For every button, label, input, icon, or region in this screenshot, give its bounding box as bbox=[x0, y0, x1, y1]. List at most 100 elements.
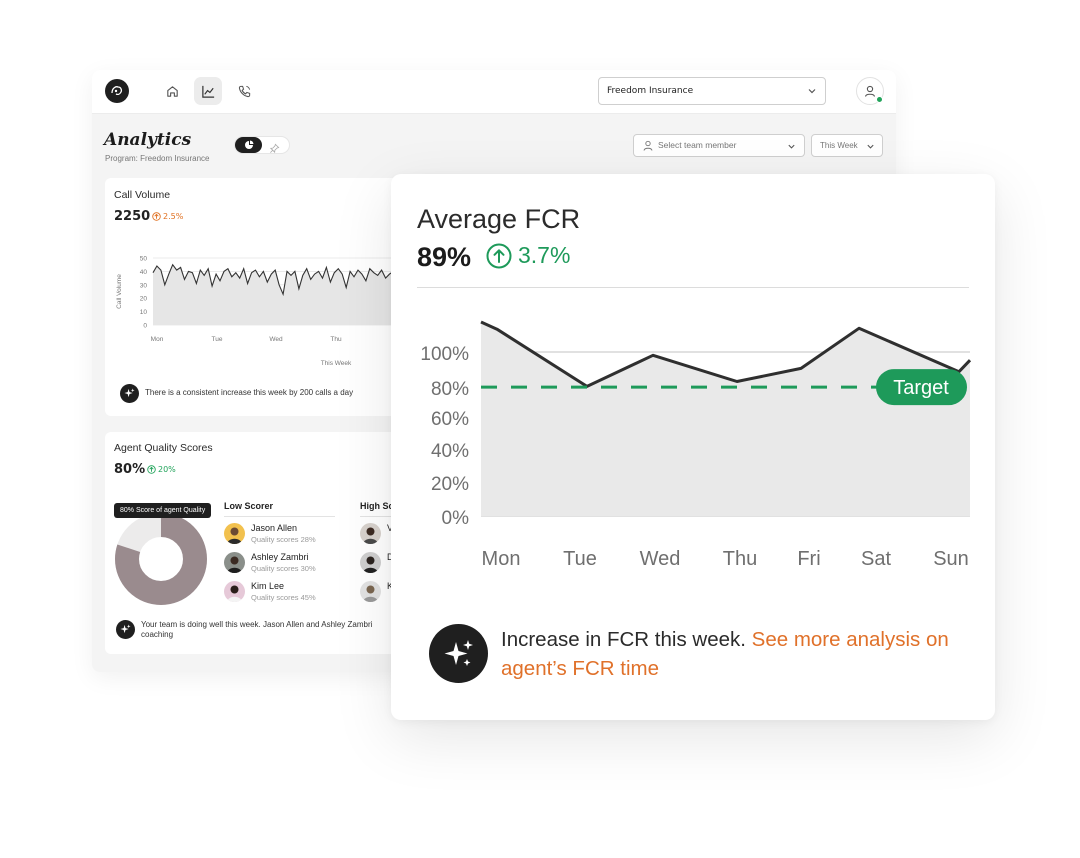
high-scorer-row[interactable]: V bbox=[360, 523, 393, 544]
call-volume-chart: 50 40 30 20 10 0 Mon Tue Wed Thu This Week Call Vol… bbox=[116, 256, 425, 367]
program-label: Program: Freedom Insurance bbox=[105, 154, 210, 163]
avatar bbox=[360, 523, 381, 544]
agent-quality-delta-value: 20% bbox=[158, 465, 176, 474]
call-volume-insight-text: There is a consistent increase this week… bbox=[145, 388, 354, 397]
period-value: This Week bbox=[820, 141, 858, 150]
x-tick-label: Wed bbox=[269, 336, 283, 343]
fcr-title: Average FCR bbox=[417, 204, 581, 234]
call-volume-delta-value: 2.5% bbox=[163, 212, 184, 221]
x-tick-label: Wed bbox=[640, 548, 681, 570]
sparkle-icon bbox=[444, 639, 473, 666]
average-fcr-card: Average FCR 89% 3.7% 100% 80% 60% 40% 20% 0% M… bbox=[391, 174, 995, 720]
team-member-select[interactable]: Select team member bbox=[633, 134, 805, 157]
agent-quality-title: Agent Quality Scores bbox=[114, 442, 213, 454]
y-tick-label: 10 bbox=[140, 309, 148, 316]
agent-score: Quality scores 28% bbox=[251, 535, 316, 544]
y-tick-label: 100% bbox=[420, 344, 469, 365]
program-select-value: Freedom Insurance bbox=[607, 86, 694, 96]
chevron-down-icon bbox=[788, 144, 795, 149]
x-tick-label: Tue bbox=[212, 336, 223, 343]
agent-quality-value: 80% bbox=[114, 462, 146, 477]
call-volume-value: 2250 bbox=[114, 209, 151, 224]
low-scorer-title: Low Scorer bbox=[224, 501, 274, 511]
arrow-up-circle-icon bbox=[147, 465, 156, 474]
view-toggle[interactable] bbox=[234, 136, 290, 154]
pin-view-option[interactable] bbox=[269, 139, 280, 158]
user-icon bbox=[864, 85, 876, 97]
y-tick-label: 50 bbox=[140, 256, 148, 263]
agent-quality-insight: Your team is doing well this week. Jason… bbox=[116, 620, 421, 640]
home-icon bbox=[166, 85, 178, 97]
logo-icon bbox=[111, 86, 123, 96]
avatar bbox=[360, 581, 381, 602]
app-logo[interactable] bbox=[105, 79, 129, 103]
fcr-insight-text: Increase in FCR this week. See more anal… bbox=[501, 625, 961, 683]
x-axis-label: This Week bbox=[321, 360, 352, 367]
avatar bbox=[224, 552, 245, 573]
fcr-divider bbox=[417, 287, 969, 288]
y-tick-label: 40 bbox=[140, 269, 148, 276]
agent-name: Ashley Zambri bbox=[251, 552, 309, 562]
y-tick-label: 80% bbox=[431, 379, 469, 400]
y-tick-label: 60% bbox=[431, 409, 469, 430]
nav-analytics-button[interactable] bbox=[194, 77, 222, 105]
fcr-value: 89% bbox=[417, 242, 472, 272]
x-tick-label: Thu bbox=[330, 336, 342, 343]
agent-quality-donut bbox=[115, 513, 207, 605]
low-scorer-divider bbox=[224, 516, 335, 517]
fcr-insight: Increase in FCR this week. See more anal… bbox=[429, 624, 961, 683]
online-status-dot bbox=[876, 96, 883, 103]
agent-quality-insight-line2: coaching bbox=[141, 630, 174, 639]
x-tick-label: Mon bbox=[151, 336, 164, 343]
low-scorer-row[interactable]: Kim Lee Quality scores 45% bbox=[224, 581, 316, 603]
y-axis-label: Call Volume bbox=[116, 274, 123, 309]
donut-tooltip: 80% Score of agent Quality bbox=[114, 503, 212, 518]
x-tick-label: Thu bbox=[723, 548, 757, 570]
sparkle-icon bbox=[120, 624, 131, 634]
chevron-down-icon bbox=[808, 89, 816, 94]
high-scorer-title: High Sc bbox=[360, 501, 394, 511]
sparkle-badge bbox=[116, 620, 135, 639]
fcr-area bbox=[481, 322, 970, 516]
chevron-down-icon bbox=[867, 144, 874, 149]
chart-line-icon bbox=[201, 85, 214, 98]
call-volume-card: Call Volume 2250 2.5% 50 40 30 20 10 0 Mon Tue W… bbox=[105, 178, 425, 416]
agent-name: Jason Allen bbox=[251, 523, 298, 533]
high-scorer-row[interactable]: D bbox=[360, 552, 394, 573]
agent-score: Quality scores 45% bbox=[251, 593, 316, 602]
call-volume-insight: There is a consistent increase this week… bbox=[120, 384, 420, 403]
agent-score: Quality scores 30% bbox=[251, 564, 316, 573]
y-tick-label: 30 bbox=[140, 282, 148, 289]
fcr-delta: 3.7% bbox=[486, 242, 570, 269]
y-tick-label: 20% bbox=[431, 474, 469, 495]
period-select[interactable]: This Week bbox=[811, 134, 883, 157]
user-profile-button[interactable] bbox=[856, 77, 884, 105]
pie-chart-icon bbox=[244, 140, 253, 149]
call-volume-title: Call Volume bbox=[114, 189, 171, 201]
agent-name: Kim Lee bbox=[251, 581, 285, 591]
fcr-insight-statement: Increase in FCR this week. bbox=[501, 627, 746, 651]
arrow-up-circle-icon bbox=[486, 243, 512, 268]
x-tick-label: Fri bbox=[797, 548, 820, 570]
nav-calls-button[interactable] bbox=[230, 77, 258, 105]
pie-view-option[interactable] bbox=[235, 137, 262, 153]
y-tick-label: 20 bbox=[140, 296, 148, 303]
low-scorer-row[interactable]: Ashley Zambri Quality scores 30% bbox=[224, 552, 316, 574]
arrow-up-circle-icon bbox=[152, 212, 161, 221]
call-volume-delta: 2.5% bbox=[152, 212, 183, 221]
low-scorer-row[interactable]: Jason Allen Quality scores 28% bbox=[224, 523, 316, 545]
page-title: Analytics bbox=[104, 130, 192, 150]
fcr-chart: 100% 80% 60% 40% 20% 0% Mon Tue Wed Thu Fri Sat Sun T… bbox=[420, 320, 972, 570]
x-tick-label: Sat bbox=[861, 548, 891, 570]
program-select[interactable]: Freedom Insurance bbox=[598, 77, 826, 105]
x-tick-label: Mon bbox=[482, 548, 521, 570]
nav-home-button[interactable] bbox=[158, 77, 186, 105]
agent-quality-insight-text: Your team is doing well this week. Jason… bbox=[141, 620, 373, 629]
y-tick-label: 0% bbox=[442, 508, 470, 529]
high-scorer-row[interactable]: K bbox=[360, 581, 393, 602]
person-icon bbox=[643, 140, 653, 151]
sparkle-badge bbox=[429, 624, 488, 683]
phone-icon bbox=[238, 85, 250, 97]
y-tick-label: 0 bbox=[143, 323, 147, 330]
target-label: Target bbox=[893, 377, 949, 399]
